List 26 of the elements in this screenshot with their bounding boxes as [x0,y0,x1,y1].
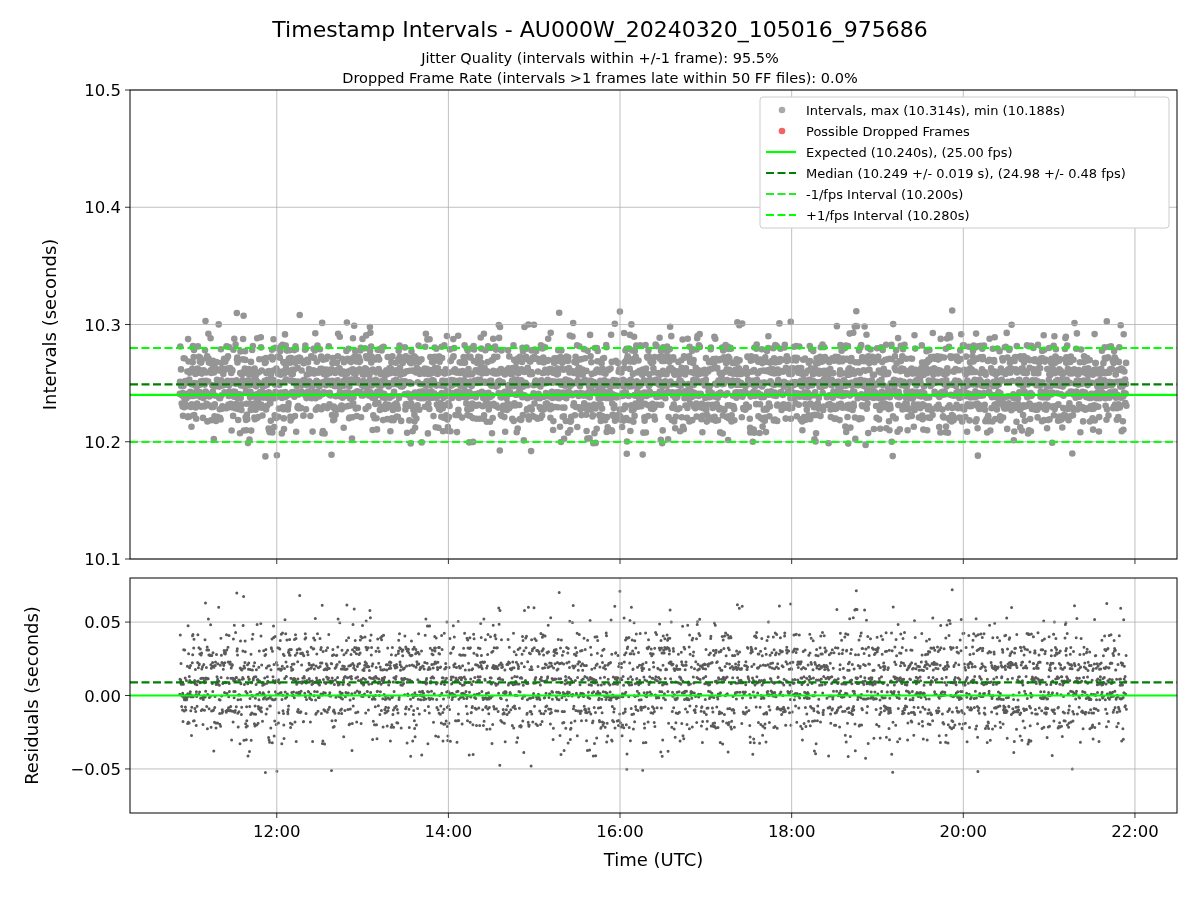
tick-label: 10.1 [84,550,121,569]
tick-label: 20:00 [939,822,988,841]
tick-label: 10.5 [84,81,121,100]
y-axis-label: Residuals (seconds) [21,606,42,785]
tick-label: −0.05 [70,759,121,779]
y-axis-label: Intervals (seconds) [39,238,60,411]
tick-label: 10.2 [84,432,121,452]
tick-label: 14:00 [424,822,473,841]
legend-label: Median (10.249 +/- 0.019 s), (24.98 +/- 0.48 fps) [806,165,1126,181]
legend-label: -1/fps Interval (10.200s) [806,186,964,202]
legend-label: Expected (10.240s), (25.00 fps) [806,144,1013,160]
tick-label: 0.05 [84,613,121,633]
figure-subtitle: Jitter Quality (intervals within +/-1 frame): 95.5% [421,50,779,66]
figure-subtitle: Dropped Frame Rate (intervals >1 frames late within 50 FF files): 0.0% [342,70,858,86]
tick-label: 0.00 [84,686,121,706]
legend-label: Possible Dropped Frames [806,123,970,139]
tick-label: 10.3 [84,315,121,335]
legend-label: Intervals, max (10.314s), min (10.188s) [806,102,1065,118]
figure-title: Timestamp Intervals - AU000W_20240320_105016_975686 [272,17,928,42]
tick-label: 12:00 [252,822,301,841]
tick-label: 18:00 [767,822,816,841]
tick-label: 22:00 [1111,822,1159,841]
tick-label: 10.4 [84,198,121,218]
tick-label: 16:00 [596,822,644,841]
x-axis-label: Time (UTC) [603,849,704,870]
legend-label: +1/fps Interval (10.280s) [806,207,970,223]
